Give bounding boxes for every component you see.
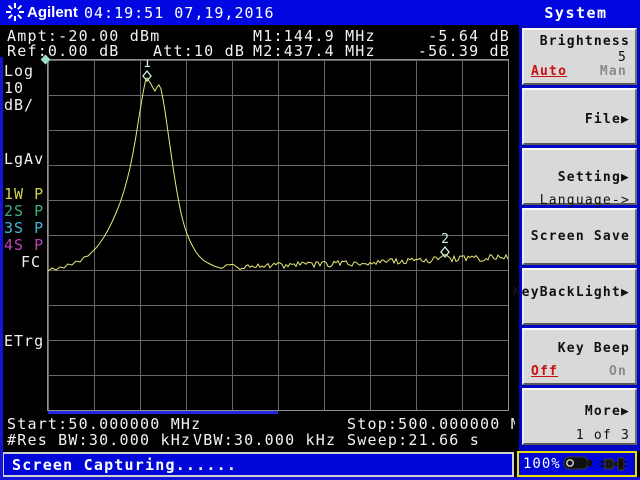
spectrum-trace: 12 xyxy=(48,60,508,410)
softkey-label: Brightness xyxy=(540,34,630,49)
ac-plug-icon xyxy=(599,455,627,471)
softkey-label: Screen Save xyxy=(531,229,630,244)
marker-number-label: 2 xyxy=(441,232,449,247)
marker-diamond-icon xyxy=(441,247,449,257)
attenuation-readout: Att:10 dB xyxy=(153,42,245,60)
agilent-logo-icon xyxy=(6,3,24,21)
screen-edge-left xyxy=(0,57,3,477)
softkey-menu: Brightness 5 Auto Man File▶ Setting▶ Lan… xyxy=(515,25,640,451)
softkey-label: Setting▶ xyxy=(558,170,630,185)
spectrum-analyzer-screen: Agilent 04:19:51 07,19,2016 System Ampt:… xyxy=(0,0,640,480)
marker-number-label: 1 xyxy=(143,60,151,71)
ref-level-readout: Ref:0.00 dB xyxy=(7,42,120,60)
title-bar: Agilent 04:19:51 07,19,2016 System xyxy=(0,0,640,25)
battery-icon xyxy=(563,456,595,470)
brand-name: Agilent xyxy=(27,4,78,21)
scale-unit-label: dB/ xyxy=(4,96,34,114)
coupling-label: FC xyxy=(21,253,41,271)
softkey-label: KeyBackLight▶ xyxy=(513,285,630,300)
trace1-status-label: 1W P xyxy=(4,185,44,203)
trace2-status-label: 2S P xyxy=(4,202,44,220)
softkey-screen-save[interactable]: Screen Save xyxy=(522,208,637,265)
log-scale-label: Log xyxy=(4,62,34,80)
brightness-value: 5 xyxy=(618,50,627,65)
softkey-keybacklight[interactable]: KeyBackLight▶ xyxy=(522,268,637,325)
status-bar: Screen Capturing...... xyxy=(2,452,514,477)
marker2-frequency: M2:437.4 MHz xyxy=(253,42,376,60)
softkey-brightness[interactable]: Brightness 5 Auto Man xyxy=(522,28,637,85)
softkey-file[interactable]: File▶ xyxy=(522,88,637,145)
softkey-setting[interactable]: Setting▶ Language-> xyxy=(522,148,637,205)
softkey-label: Key Beep xyxy=(558,341,630,356)
sweep-progress-bar xyxy=(48,411,278,414)
softkey-label: More▶ xyxy=(585,404,630,419)
status-message: Screen Capturing...... xyxy=(12,456,237,474)
battery-percent: 100% xyxy=(523,456,561,472)
marker2-amplitude: -56.39 dB xyxy=(418,42,510,60)
brightness-man-option[interactable]: Man xyxy=(600,64,627,79)
trace3-status-label: 3S P xyxy=(4,219,44,237)
ext-trigger-label: ETrg xyxy=(4,332,44,350)
battery-indicator: 100% xyxy=(517,451,637,477)
sweep-time: Sweep:21.66 s xyxy=(347,431,480,449)
video-bandwidth: VBW:30.000 kHz xyxy=(193,431,336,449)
softkey-label: File▶ xyxy=(585,112,630,127)
res-bandwidth: #Res BW:30.000 kHz xyxy=(7,431,191,449)
softkey-more[interactable]: More▶ 1 of 3 xyxy=(522,388,637,445)
keybeep-off-option[interactable]: Off xyxy=(531,364,558,379)
log-average-label: LgAv xyxy=(4,150,44,168)
marker-diamond-icon xyxy=(143,71,151,81)
datetime-display: 04:19:51 07,19,2016 xyxy=(84,4,275,22)
language-sub-label: Language-> xyxy=(540,193,630,208)
softkey-key-beep[interactable]: Key Beep Off On xyxy=(522,328,637,385)
page-indicator: 1 of 3 xyxy=(576,428,630,443)
scale-value-label: 10 xyxy=(4,79,24,97)
keybeep-on-option[interactable]: On xyxy=(609,364,627,379)
brightness-auto-option[interactable]: Auto xyxy=(531,64,567,79)
menu-title: System xyxy=(516,4,636,22)
trace4-status-label: 4S P xyxy=(4,236,44,254)
